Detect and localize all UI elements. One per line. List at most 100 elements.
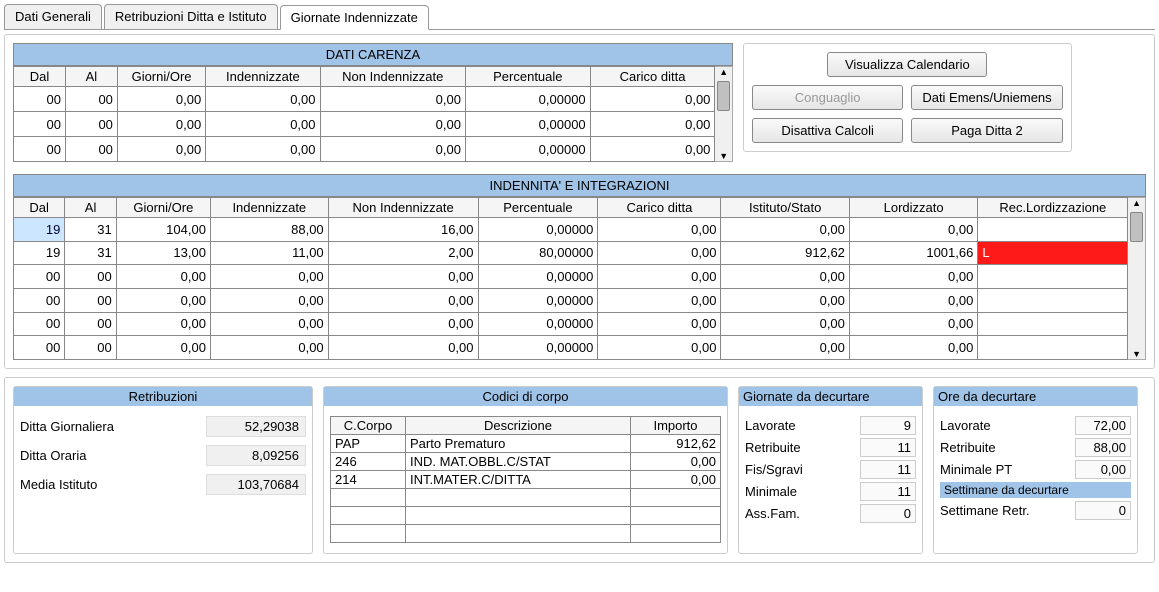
cell[interactable]: 0,00 <box>849 218 977 242</box>
cell[interactable]: 0,00 <box>590 137 715 162</box>
cell[interactable]: 0,00 <box>849 336 977 360</box>
indennita-table[interactable]: DalAlGiorni/OreIndennizzateNon Indennizz… <box>13 197 1128 360</box>
cell[interactable]: 00 <box>14 312 65 336</box>
cell[interactable]: 0,00 <box>320 87 465 112</box>
cell[interactable]: 0,00 <box>206 112 320 137</box>
col-header[interactable]: Non Indennizzate <box>328 198 478 218</box>
table-row[interactable]: 00000,000,000,000,000000,000,000,00 <box>14 336 1128 360</box>
cell[interactable]: 80,00000 <box>478 241 598 265</box>
cell[interactable]: 0,00 <box>598 288 721 312</box>
cell[interactable]: 0,00 <box>598 312 721 336</box>
tab-dati-generali[interactable]: Dati Generali <box>4 4 102 29</box>
cell[interactable]: 0,00 <box>590 112 715 137</box>
table-row[interactable]: 214INT.MATER.C/DITTA0,00 <box>331 471 721 489</box>
settimane-retr-input[interactable] <box>1075 501 1131 520</box>
table-row[interactable]: 246IND. MAT.OBBL.C/STAT0,00 <box>331 453 721 471</box>
cell[interactable]: 00 <box>65 112 117 137</box>
cell[interactable]: 2,00 <box>328 241 478 265</box>
cell[interactable]: 0,00 <box>210 288 328 312</box>
cell[interactable]: 0,00000 <box>465 87 590 112</box>
cell[interactable]: 0,00 <box>849 312 977 336</box>
g-lavorate-input[interactable] <box>860 416 916 435</box>
cell[interactable]: 0,00 <box>117 137 205 162</box>
cell[interactable]: 00 <box>14 265 65 289</box>
cell[interactable]: 0,00 <box>116 288 210 312</box>
table-row[interactable]: 193113,0011,002,0080,000000,00912,621001… <box>14 241 1128 265</box>
cell[interactable]: 0,00 <box>210 336 328 360</box>
cell[interactable]: IND. MAT.OBBL.C/STAT <box>406 453 631 471</box>
col-header[interactable]: Indennizzate <box>210 198 328 218</box>
cell[interactable]: 1001,66 <box>849 241 977 265</box>
cell[interactable]: 0,00 <box>598 241 721 265</box>
dati-carenza-table[interactable]: DalAlGiorni/OreIndennizzateNon Indennizz… <box>13 66 715 162</box>
col-header[interactable]: Al <box>65 67 117 87</box>
g-minimale-input[interactable] <box>860 482 916 501</box>
cell[interactable]: 13,00 <box>116 241 210 265</box>
o-minimale-input[interactable] <box>1075 460 1131 479</box>
cell[interactable] <box>978 265 1128 289</box>
cell[interactable]: 31 <box>65 218 116 242</box>
cell[interactable]: 00 <box>65 336 116 360</box>
cell[interactable]: 0,00 <box>721 312 849 336</box>
col-header[interactable]: C.Corpo <box>331 417 406 435</box>
cell[interactable]: 912,62 <box>721 241 849 265</box>
cell[interactable]: 19 <box>14 241 65 265</box>
cell[interactable]: 0,00 <box>590 87 715 112</box>
disattiva-calcoli-button[interactable]: Disattiva Calcoli <box>752 118 903 143</box>
table-row[interactable]: 00000,000,000,000,000000,00 <box>14 87 715 112</box>
cell[interactable]: 0,00000 <box>478 288 598 312</box>
cell[interactable]: 00 <box>65 312 116 336</box>
cell[interactable]: 0,00 <box>117 112 205 137</box>
dati-emens-button[interactable]: Dati Emens/Uniemens <box>911 85 1062 110</box>
g-fis-input[interactable] <box>860 460 916 479</box>
cell[interactable]: 246 <box>331 453 406 471</box>
o-lavorate-input[interactable] <box>1075 416 1131 435</box>
cell[interactable]: 11,00 <box>210 241 328 265</box>
cell[interactable]: L <box>978 241 1128 265</box>
cell[interactable]: 19 <box>14 218 65 242</box>
cell[interactable]: 0,00 <box>116 312 210 336</box>
cell[interactable]: 0,00 <box>320 137 465 162</box>
cell[interactable]: 00 <box>14 87 66 112</box>
cell[interactable]: 0,00 <box>849 265 977 289</box>
cell[interactable]: 0,00 <box>206 87 320 112</box>
cell[interactable]: 88,00 <box>210 218 328 242</box>
cell[interactable]: 0,00 <box>117 87 205 112</box>
table-row[interactable]: 00000,000,000,000,000000,000,000,00 <box>14 312 1128 336</box>
cell[interactable]: 0,00000 <box>478 218 598 242</box>
col-header[interactable]: Dal <box>14 198 65 218</box>
table-row[interactable]: 00000,000,000,000,000000,000,000,00 <box>14 288 1128 312</box>
o-retribuite-input[interactable] <box>1075 438 1131 457</box>
cell[interactable]: 0,00 <box>328 336 478 360</box>
cell[interactable]: 0,00 <box>328 312 478 336</box>
cell[interactable]: 00 <box>65 265 116 289</box>
col-header[interactable]: Giorni/Ore <box>117 67 205 87</box>
cell[interactable]: 0,00000 <box>478 336 598 360</box>
col-header[interactable]: Importo <box>631 417 721 435</box>
cell[interactable]: 00 <box>14 336 65 360</box>
cell[interactable] <box>978 336 1128 360</box>
codici-corpo-table[interactable]: C.CorpoDescrizioneImportoPAPParto Premat… <box>330 416 721 543</box>
col-header[interactable]: Percentuale <box>465 67 590 87</box>
cell[interactable]: 0,00000 <box>478 312 598 336</box>
cell[interactable]: 104,00 <box>116 218 210 242</box>
scrollbar-vertical[interactable] <box>1128 197 1146 360</box>
col-header[interactable]: Descrizione <box>406 417 631 435</box>
cell[interactable] <box>978 218 1128 242</box>
cell[interactable]: 0,00000 <box>465 137 590 162</box>
tab-giornate-indennizzate[interactable]: Giornate Indennizzate <box>280 5 429 30</box>
cell[interactable] <box>978 312 1128 336</box>
cell[interactable]: 0,00 <box>721 265 849 289</box>
cell[interactable]: 912,62 <box>631 435 721 453</box>
cell[interactable]: 0,00 <box>210 312 328 336</box>
cell[interactable]: 0,00 <box>721 218 849 242</box>
cell[interactable]: 0,00 <box>116 336 210 360</box>
col-header[interactable]: Lordizzato <box>849 198 977 218</box>
col-header[interactable]: Giorni/Ore <box>116 198 210 218</box>
col-header[interactable]: Al <box>65 198 116 218</box>
cell[interactable]: Parto Prematuro <box>406 435 631 453</box>
col-header[interactable]: Carico ditta <box>590 67 715 87</box>
cell[interactable]: 31 <box>65 241 116 265</box>
cell[interactable]: 0,00 <box>598 265 721 289</box>
col-header[interactable]: Percentuale <box>478 198 598 218</box>
